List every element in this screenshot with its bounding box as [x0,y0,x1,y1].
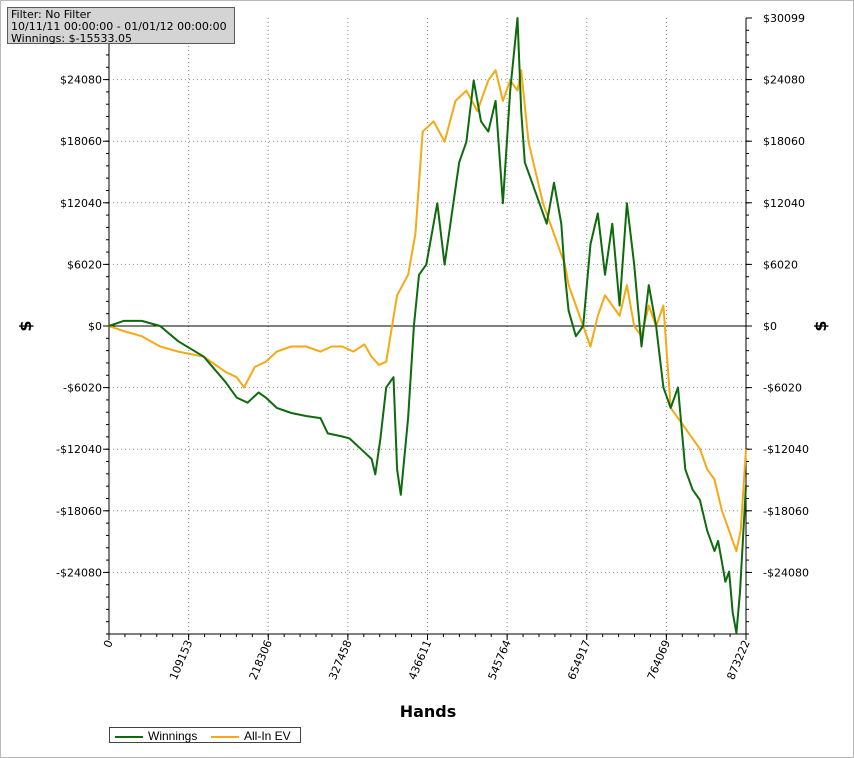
x-tick-label: 873222 [724,638,752,682]
y-tick-label-left: $0 [88,320,102,333]
y-tick-label-right: $24080 [763,74,805,87]
y-tick-label-right: $12040 [763,197,805,210]
y-tick-label-right: $6020 [763,258,798,271]
legend: Winnings All-In EV [109,727,301,743]
y-tick-label-right: $0 [763,320,777,333]
legend-label-winnings: Winnings [148,729,198,743]
grid-lines [109,18,746,634]
x-tick-label: 0 [101,638,116,650]
tick-labels: -$24080 -$24080 -$18060 -$18060 -$12040 -$120… [56,12,809,682]
y-tick-label-right: $18060 [763,135,805,148]
legend-label-all-in-ev: All-In EV [244,729,291,743]
y-tick-label-left: -$6020 [63,382,102,395]
y-tick-label-left: $12040 [60,197,102,210]
y-tick-label-left: -$12040 [56,443,102,456]
x-tick-label: 654917 [565,638,593,682]
x-axis-title: Hands [400,702,457,721]
legend-swatch-all-in-ev [211,735,239,738]
legend-swatch-winnings [115,735,143,738]
y-tick-label-right: -$18060 [763,505,809,518]
y-tick-label-left: -$24080 [56,566,102,579]
y-tick-label-right: -$6020 [763,382,802,395]
y-axis-title-left: $ [16,320,35,331]
y-tick-label-left: $6020 [67,258,102,271]
x-tick-label: 109153 [167,638,195,682]
y-tick-label-right: -$24080 [763,566,809,579]
y-tick-label-right: $30099 [763,12,805,25]
y-tick-label-left: -$18060 [56,505,102,518]
x-tick-label: 545764 [486,638,514,682]
line-chart: -$24080 -$24080 -$18060 -$18060 -$12040 -$120… [16,12,830,721]
y-axis-title-right: $ [811,320,830,331]
filter-info-box: Filter: No Filter 10/11/11 00:00:00 - 01… [7,7,235,45]
x-tick-label: 218306 [247,638,275,682]
y-tick-label-right: -$12040 [763,443,809,456]
winnings-text: Winnings: $-15533.05 [11,32,133,45]
x-tick-label: 327458 [326,638,354,682]
legend-item-all-in-ev: All-In EV [211,729,291,743]
chart-frame: -$24080 -$24080 -$18060 -$18060 -$12040 -$120… [0,0,854,758]
x-tick-label: 764069 [645,638,673,682]
y-tick-label-left: $18060 [60,135,102,148]
x-tick-label: 436611 [406,638,434,682]
y-tick-label-left: $24080 [60,74,102,87]
legend-item-winnings: Winnings [115,729,197,743]
